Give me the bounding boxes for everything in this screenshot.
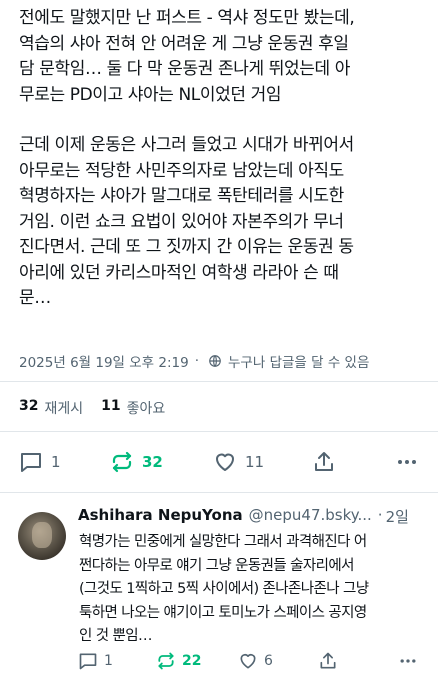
- divider: [0, 431, 438, 432]
- reply-time[interactable]: 2일: [386, 506, 409, 527]
- reply-repost-count: 22: [182, 653, 202, 669]
- reply-handle[interactable]: @nepu47.bsky...: [249, 506, 372, 527]
- like-button[interactable]: 11: [213, 450, 264, 474]
- divider: [0, 381, 438, 382]
- reply-separator: ·: [377, 506, 383, 524]
- share-button[interactable]: [312, 450, 336, 474]
- reply-repost-button[interactable]: 22: [156, 651, 201, 671]
- globe-icon: [209, 355, 221, 367]
- reply-count: 1: [51, 453, 61, 471]
- more-options-button[interactable]: [395, 450, 419, 474]
- meta-separator: ·: [194, 353, 200, 369]
- reply-text: 혁명가는 민중에게 실망한다 그래서 과격해진다 어 쩐다하는 아무로 얘기 그…: [79, 534, 369, 644]
- reply-like-count: 6: [264, 653, 273, 669]
- reposts-count[interactable]: 32: [19, 398, 38, 418]
- repost-icon: [112, 451, 132, 473]
- divider: [0, 492, 438, 493]
- post-meta: 2025년 6월 19일 오후 2:19 · 누구나 답글을 달 수 있음: [19, 351, 369, 371]
- reply-more-options-button[interactable]: [398, 651, 418, 671]
- reply-header: Ashihara NepuYona @nepu47.bsky... · 2일: [78, 506, 409, 527]
- share-icon: [320, 652, 336, 669]
- reply-button[interactable]: 1: [19, 450, 61, 474]
- repost-count: 32: [142, 453, 163, 471]
- repost-button[interactable]: 32: [110, 450, 163, 474]
- reply-share-button[interactable]: [318, 651, 338, 671]
- reposts-label[interactable]: 재게시: [44, 398, 83, 418]
- repost-icon: [158, 652, 174, 670]
- heart-icon: [216, 453, 234, 471]
- reply-reply-button[interactable]: 1: [78, 651, 113, 671]
- heart-icon: [240, 653, 256, 669]
- reply-display-name[interactable]: Ashihara NepuYona: [78, 506, 243, 527]
- more-dots-icon: [400, 659, 416, 663]
- post-action-bar: 1 32 11: [0, 447, 438, 479]
- share-icon: [315, 452, 333, 471]
- post-paragraph-1: 전에도 말했지만 난 퍼스트 - 역샤 정도만 봤는데, 역습의 샤아 전혀 안…: [19, 8, 355, 105]
- reply-like-button[interactable]: 6: [238, 651, 273, 671]
- likes-label[interactable]: 좋아요: [127, 398, 166, 418]
- reply-icon: [21, 453, 41, 472]
- post-timestamp[interactable]: 2025년 6월 19일 오후 2:19: [19, 351, 189, 371]
- avatar[interactable]: [18, 512, 66, 560]
- reply-reply-count: 1: [104, 653, 113, 669]
- reply-icon: [79, 653, 97, 670]
- like-count: 11: [245, 453, 265, 471]
- reply-action-bar: 1 22 6: [0, 651, 438, 675]
- reply-permission-label: 누구나 답글을 달 수 있음: [228, 355, 370, 371]
- post-body: 전에도 말했지만 난 퍼스트 - 역샤 정도만 봤는데, 역습의 샤아 전혀 안…: [19, 6, 431, 312]
- more-dots-icon: [398, 460, 416, 464]
- post-paragraph-2: 근데 이제 운동은 사그러 들었고 시대가 바뀌어서 아무로는 적당한 사민주의…: [19, 135, 354, 308]
- post-stats: 32 재게시 11 좋아요: [19, 398, 165, 418]
- likes-count[interactable]: 11: [101, 398, 120, 418]
